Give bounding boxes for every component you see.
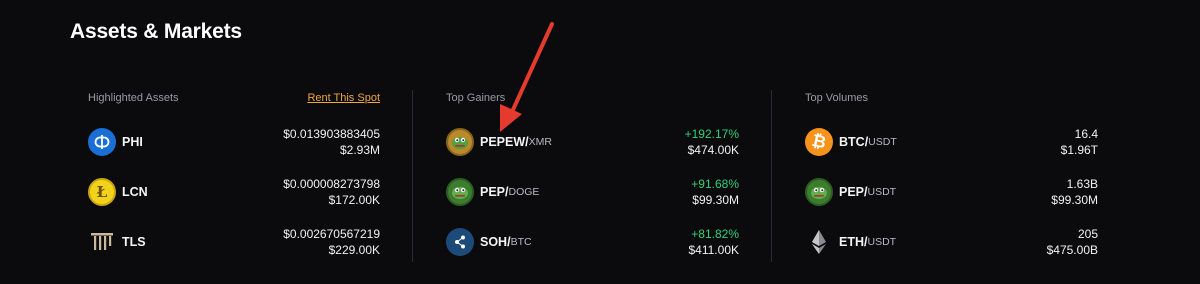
pair-quote: USDT: [867, 236, 897, 248]
pair-base: PEPEW/: [480, 135, 529, 149]
price-change: +81.82%: [691, 227, 739, 241]
gainer-row[interactable]: PEP/DOGE +91.68% $99.30M: [446, 174, 739, 210]
highlighted-asset-row[interactable]: Ł LCN $0.000008273798 $172.00K: [88, 174, 380, 210]
pair-base: BTC/: [839, 135, 869, 149]
volume-amount: 205: [1077, 227, 1098, 241]
top-volumes-panel: Top Volumes ₿ BTC/USDT 16.4 $1.96T PEP/U…: [805, 90, 1098, 260]
section-title: Assets & Markets: [70, 20, 242, 43]
rent-this-spot-link[interactable]: Rent This Spot: [307, 92, 380, 104]
top-volumes-label: Top Volumes: [805, 92, 868, 104]
highlighted-asset-row[interactable]: PHI $0.013903883405 $2.93M: [88, 124, 380, 160]
pair-quote: BTC: [510, 236, 532, 248]
pair-quote: XMR: [528, 136, 552, 148]
top-gainers-label: Top Gainers: [446, 92, 506, 104]
volume-row[interactable]: PEP/USDT 1.63B $99.30M: [805, 174, 1098, 210]
asset-volume: $2.93M: [339, 143, 380, 157]
phi-coin-icon: [88, 128, 116, 156]
pair-base: PEP/: [839, 185, 868, 199]
ethereum-icon: [805, 228, 833, 256]
column-divider: [412, 90, 413, 262]
pair-quote: USDT: [868, 136, 897, 148]
highlighted-assets-label: Highlighted Assets: [88, 92, 179, 104]
pair-quote: DOGE: [508, 186, 540, 198]
volume-row[interactable]: ETH/USDT 205 $475.00B: [805, 224, 1098, 260]
asset-price: $0.013903883405: [283, 127, 380, 141]
asset-volume: $229.00K: [328, 243, 380, 257]
asset-price: $0.000008273798: [283, 177, 380, 191]
asset-volume: $172.00K: [328, 193, 380, 207]
volume-value: $99.30M: [1051, 193, 1098, 207]
bitcoin-icon: ₿: [805, 128, 833, 156]
pep-coin-icon: [805, 178, 833, 206]
price-change: +91.68%: [691, 177, 739, 191]
asset-price: $0.002670567219: [283, 227, 380, 241]
gainer-row[interactable]: PEPEW/XMR +192.17% $474.00K: [446, 124, 739, 160]
tls-pillars-icon: [88, 228, 116, 256]
volume-value: $475.00B: [1046, 243, 1098, 257]
pair-base: PEP/: [480, 185, 509, 199]
pair-volume: $474.00K: [687, 143, 739, 157]
lcn-coin-icon: Ł: [88, 178, 116, 206]
asset-symbol: LCN: [122, 185, 148, 199]
asset-symbol: TLS: [122, 235, 146, 249]
soh-coin-icon: [446, 228, 474, 256]
volume-value: $1.96T: [1060, 143, 1098, 157]
price-change: +192.17%: [684, 127, 739, 141]
pepew-coin-icon: [446, 128, 474, 156]
highlighted-asset-row[interactable]: TLS $0.002670567219 $229.00K: [88, 224, 380, 260]
pair-quote: USDT: [867, 186, 897, 198]
gainer-row[interactable]: SOH/BTC +81.82% $411.00K: [446, 224, 739, 260]
asset-symbol: PHI: [122, 135, 143, 149]
pair-base: SOH/: [480, 235, 511, 249]
volume-row[interactable]: ₿ BTC/USDT 16.4 $1.96T: [805, 124, 1098, 160]
volume-amount: 16.4: [1074, 127, 1098, 141]
pair-volume: $411.00K: [688, 243, 740, 257]
highlighted-assets-panel: Highlighted Assets Rent This Spot PHI $0…: [88, 90, 380, 260]
pair-base: ETH/: [839, 235, 868, 249]
pair-volume: $99.30M: [692, 193, 739, 207]
pep-coin-icon: [446, 178, 474, 206]
column-divider: [771, 90, 772, 262]
volume-amount: 1.63B: [1066, 177, 1098, 191]
top-gainers-panel: Top Gainers PEPEW/XMR +192.17% $474.00K …: [446, 90, 739, 260]
